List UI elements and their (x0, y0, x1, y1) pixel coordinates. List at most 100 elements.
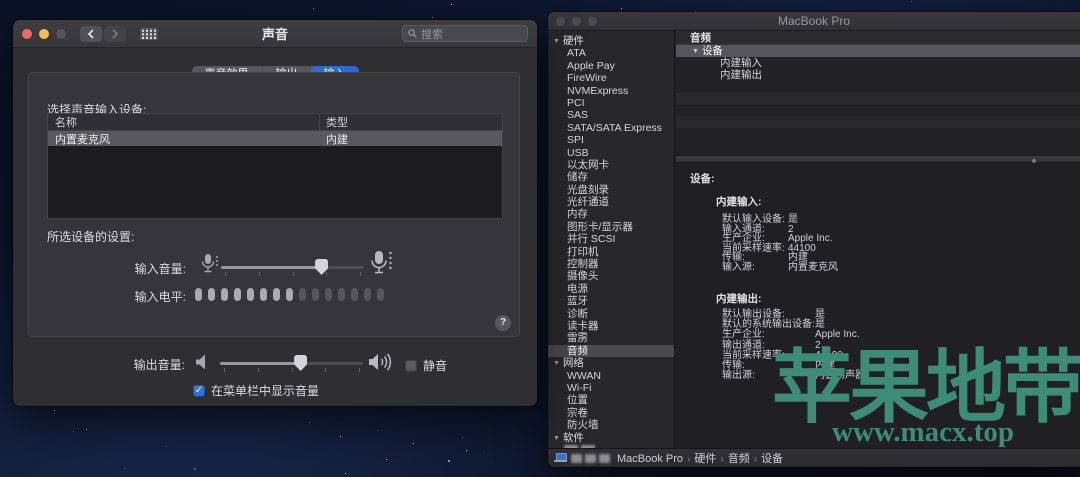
breadcrumb[interactable]: MacBook Pro › 硬件 › 音频 › 设备 (617, 450, 783, 466)
search-input[interactable]: 搜索 (402, 25, 528, 42)
device-group-row[interactable]: ▼ 设备 (676, 45, 1080, 57)
sidebar-item-Apple Pay[interactable]: Apple Pay (548, 60, 674, 72)
traffic-lights-inactive (556, 16, 597, 26)
disclosure-triangle-icon[interactable]: ▼ (553, 358, 560, 369)
device-type-cell: 内建 (326, 133, 348, 146)
output-volume-slider[interactable] (220, 355, 363, 372)
column-type[interactable]: 类型 (319, 114, 348, 130)
slider-thumb[interactable] (294, 355, 308, 371)
mute-checkbox[interactable] (405, 359, 417, 372)
level-segment (195, 288, 202, 301)
sidebar-item-以太网卡[interactable]: 以太网卡 (548, 159, 674, 171)
device-list-header[interactable]: 音频 (676, 31, 1080, 45)
back-button[interactable] (80, 25, 102, 42)
sidebar-item-WWAN[interactable]: WWAN (548, 370, 674, 382)
sidebar-item-位置[interactable]: 位置 (548, 394, 674, 406)
sidebar-item-SAS[interactable]: SAS (548, 109, 674, 121)
star (345, 473, 346, 474)
level-segment (364, 288, 371, 301)
zoom-button[interactable] (588, 16, 597, 26)
level-segment (325, 288, 332, 301)
sidebar-item-蓝牙[interactable]: 蓝牙 (548, 295, 674, 307)
search-icon (408, 29, 417, 38)
sidebar-item-储存[interactable]: 储存 (548, 171, 674, 183)
device-row-内建输入[interactable]: 内建输入 (676, 57, 1080, 69)
sidebar-item-光纤通道[interactable]: 光纤通道 (548, 196, 674, 208)
level-segment (234, 288, 241, 301)
star (413, 443, 414, 444)
sidebar-item-Wi-Fi[interactable]: Wi-Fi (548, 382, 674, 394)
device-row-内建输出[interactable]: 内建输出 (676, 69, 1080, 81)
input-volume-label: 输入音量: (134, 262, 186, 276)
sidebar-item-摄像头[interactable]: 摄像头 (548, 270, 674, 282)
disclosure-triangle-icon[interactable]: ▼ (553, 433, 560, 444)
help-button[interactable]: ? (495, 315, 511, 331)
breadcrumb-item[interactable]: 音频 (728, 453, 750, 465)
column-divider (319, 114, 320, 130)
sysinfo-titlebar: MacBook Pro (548, 12, 1080, 31)
sidebar-item-光盘刻录[interactable]: 光盘刻录 (548, 184, 674, 196)
sidebar-item-图形卡/显示器[interactable]: 图形卡/显示器 (548, 221, 674, 233)
sidebar-item-雷雳[interactable]: 雷雳 (548, 332, 674, 344)
detail-rows: 默认输入设备: 是输入通道: 2 生产企业: Apple Inc. 当前采样速率: 4410… (722, 215, 838, 272)
column-name[interactable]: 名称 (48, 114, 319, 130)
mic-high-icon (370, 250, 394, 281)
breadcrumb-item[interactable]: 设备 (761, 453, 783, 465)
menubar-volume-checkbox[interactable]: ✓ (193, 384, 205, 397)
detail-row: 输出源: 内置扬声器 (722, 370, 865, 382)
level-segment (377, 288, 384, 301)
pane-splitter[interactable] (676, 155, 1080, 163)
disclosure-triangle-icon[interactable]: ▼ (553, 36, 560, 47)
show-all-grid-button[interactable] (136, 26, 162, 42)
level-segment (260, 288, 267, 301)
minimize-button[interactable] (39, 28, 49, 39)
sidebar-item-SPI[interactable]: SPI (548, 134, 674, 146)
detail-section-title: 内建输入: (716, 196, 762, 208)
sidebar-item-音频[interactable]: 音频 (548, 344, 674, 358)
breadcrumb-item[interactable]: 硬件 (694, 453, 716, 465)
sidebar-item-FireWire[interactable]: FireWire (548, 72, 674, 84)
table-header: 名称 类型 (48, 114, 502, 131)
sysinfo-content: 音频 ▼ 设备 内建输入 内建输出 设备: 内建输入: 默认输入设备: 是输入通道: 2 生产… (676, 31, 1080, 448)
sidebar-section-网络[interactable]: ▼ 网络 (548, 357, 674, 369)
detail-label: 输出源: (722, 370, 755, 382)
detail-value: Apple Inc. (815, 329, 860, 341)
sidebar-item-NVMExpress[interactable]: NVMExpress (548, 85, 674, 97)
input-settings-groupbox: 选择声音输入设备: 名称 类型 内置麦克风 内建 所选设备的设置: 输入音量: (28, 72, 520, 337)
close-button[interactable] (22, 28, 32, 39)
star (621, 8, 622, 9)
sidebar-item-内存[interactable]: 内存 (548, 208, 674, 220)
mute-control: 静音 (405, 357, 447, 374)
detail-value: 内置麦克风 (788, 261, 838, 273)
table-row[interactable]: 内置麦克风 内建 (48, 131, 502, 146)
sidebar-section-软件[interactable]: ▼ 软件 (548, 432, 674, 444)
sidebar-item-宗卷[interactable]: 宗卷 (548, 407, 674, 419)
close-button[interactable] (556, 16, 565, 26)
input-volume-slider[interactable] (221, 259, 364, 276)
star (313, 8, 314, 9)
breadcrumb-item[interactable]: MacBook Pro (617, 453, 683, 465)
minimize-button[interactable] (572, 16, 581, 26)
sidebar-item-USB[interactable]: USB (548, 147, 674, 159)
chevron-right-icon (112, 28, 119, 39)
sidebar-item-电源[interactable]: 电源 (548, 283, 674, 295)
input-device-table: 名称 类型 内置麦克风 内建 (47, 113, 503, 219)
sidebar-section-硬件[interactable]: ▼ 硬件 (548, 35, 674, 47)
level-segment (208, 288, 215, 301)
search-placeholder: 搜索 (421, 28, 443, 41)
sidebar-item-打印机[interactable]: 打印机 (548, 246, 674, 258)
level-segment (312, 288, 319, 301)
sidebar-item-控制器[interactable]: 控制器 (548, 258, 674, 270)
forward-button[interactable] (104, 25, 126, 42)
disclosure-triangle-icon[interactable]: ▼ (692, 46, 699, 58)
sidebar-item-诊断[interactable]: 诊断 (548, 308, 674, 320)
sidebar-item-SATA/SATA Express[interactable]: SATA/SATA Express (548, 122, 674, 134)
level-segment (247, 288, 254, 301)
sidebar-item-读卡器[interactable]: 读卡器 (548, 320, 674, 332)
level-segment (221, 288, 228, 301)
sidebar-item-并行 SCSI[interactable]: 并行 SCSI (548, 233, 674, 245)
sidebar-item-PCI[interactable]: PCI (548, 97, 674, 109)
sidebar-item-防火墙[interactable]: 防火墙 (548, 419, 674, 431)
level-segment (286, 288, 293, 301)
sidebar-item-ATA[interactable]: ATA (548, 47, 674, 59)
